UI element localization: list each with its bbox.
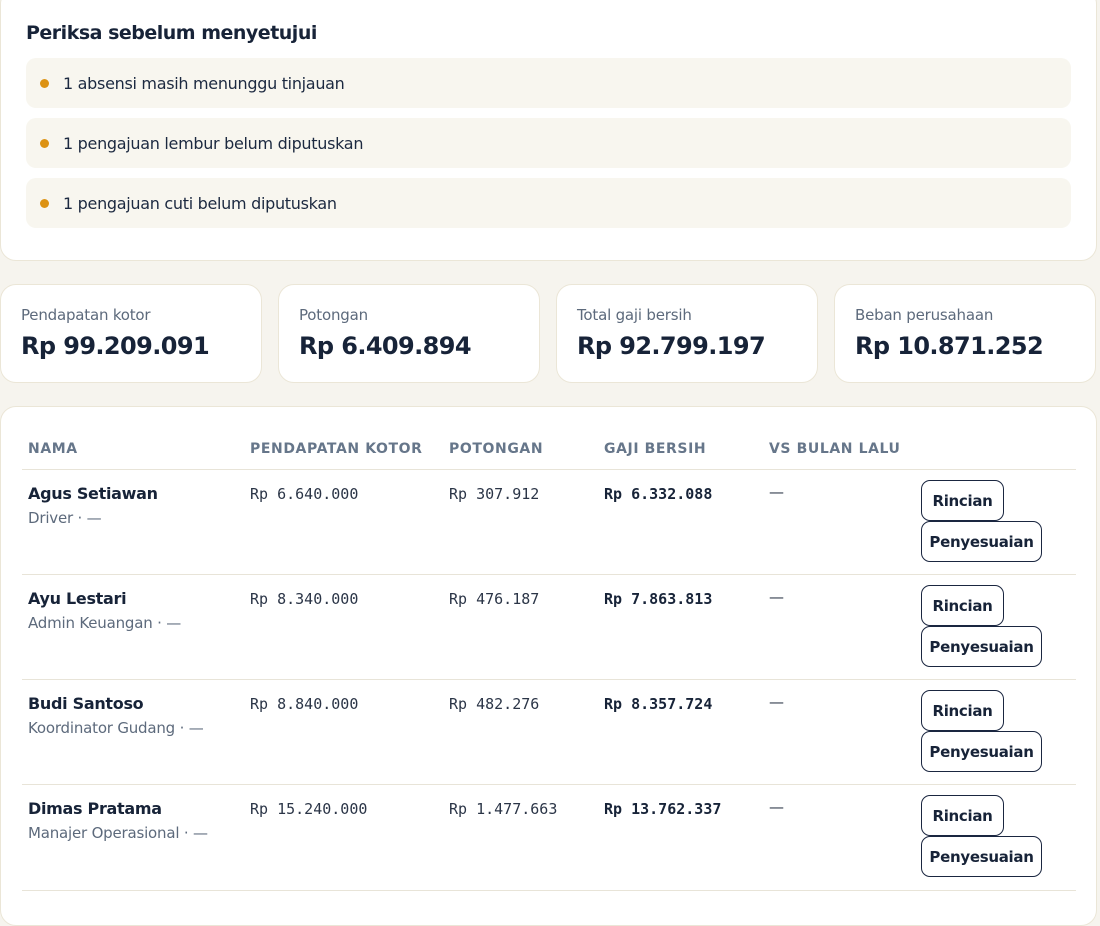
review-item-label: 1 pengajuan lembur belum diputuskan <box>63 133 364 153</box>
stat-label: Total gaji bersih <box>577 306 692 324</box>
deduction-cell: Rp 1.477.663 <box>449 800 558 818</box>
review-checklist-title: Periksa sebelum menyetujui <box>26 22 317 44</box>
net-cell: Rp 6.332.088 <box>604 485 713 503</box>
detail-button[interactable]: Rincian <box>921 690 1004 731</box>
table-row: Ayu Lestari Admin Keuangan · — Rp 8.340.… <box>1 575 1098 680</box>
employee-name: Agus Setiawan <box>28 484 158 503</box>
adjustment-button[interactable]: Penyesuaian <box>921 521 1042 562</box>
stat-label: Potongan <box>299 306 368 324</box>
payroll-table: NAMA PENDAPATAN KOTOR POTONGAN GAJI BERS… <box>0 406 1097 926</box>
stat-card-gross: Pendapatan kotor Rp 99.209.091 <box>0 284 262 383</box>
detail-button[interactable]: Rincian <box>921 585 1004 626</box>
review-item-leave: 1 pengajuan cuti belum diputuskan <box>26 178 1071 228</box>
stat-card-net-total: Total gaji bersih Rp 92.799.197 <box>556 284 818 383</box>
deduction-cell: Rp 482.276 <box>449 695 540 713</box>
deduction-cell: Rp 307.912 <box>449 485 540 503</box>
review-item-label: 1 absensi masih menunggu tinjauan <box>63 73 345 93</box>
divider <box>22 890 1076 891</box>
stat-value: Rp 6.409.894 <box>299 332 472 360</box>
stat-label: Pendapatan kotor <box>21 306 151 324</box>
net-cell: Rp 13.762.337 <box>604 800 722 818</box>
column-header-deduction: POTONGAN <box>449 441 544 457</box>
adjustment-button[interactable]: Penyesuaian <box>921 731 1042 772</box>
stat-value: Rp 92.799.197 <box>577 332 766 360</box>
employee-role: Admin Keuangan · — <box>28 614 182 632</box>
table-row: Budi Santoso Koordinator Gudang · — Rp 8… <box>1 680 1098 785</box>
review-item-label: 1 pengajuan cuti belum diputuskan <box>63 193 337 213</box>
gross-cell: Rp 6.640.000 <box>250 485 359 503</box>
warning-dot-icon <box>40 78 49 88</box>
column-header-name: NAMA <box>28 441 78 457</box>
warning-dot-icon <box>40 138 49 148</box>
employee-name: Dimas Pratama <box>28 799 162 818</box>
detail-button[interactable]: Rincian <box>921 480 1004 521</box>
review-item-attendance: 1 absensi masih menunggu tinjauan <box>26 58 1071 108</box>
stat-card-company-cost: Beban perusahaan Rp 10.871.252 <box>834 284 1096 383</box>
employee-role: Driver · — <box>28 509 102 527</box>
employee-name: Budi Santoso <box>28 694 144 713</box>
review-item-overtime: 1 pengajuan lembur belum diputuskan <box>26 118 1071 168</box>
vs-last-month-cell: — <box>769 483 784 501</box>
stat-value: Rp 10.871.252 <box>855 332 1044 360</box>
vs-last-month-cell: — <box>769 588 784 606</box>
gross-cell: Rp 15.240.000 <box>250 800 368 818</box>
employee-role: Koordinator Gudang · — <box>28 719 204 737</box>
employee-name: Ayu Lestari <box>28 589 127 608</box>
column-header-vs-last-month: VS BULAN LALU <box>769 441 901 457</box>
gross-cell: Rp 8.840.000 <box>250 695 359 713</box>
net-cell: Rp 8.357.724 <box>604 695 713 713</box>
gross-cell: Rp 8.340.000 <box>250 590 359 608</box>
employee-role: Manajer Operasional · — <box>28 824 208 842</box>
column-header-gross: PENDAPATAN KOTOR <box>250 441 423 457</box>
stat-value: Rp 99.209.091 <box>21 332 210 360</box>
detail-button[interactable]: Rincian <box>921 795 1004 836</box>
warning-dot-icon <box>40 198 49 208</box>
stat-card-deduction: Potongan Rp 6.409.894 <box>278 284 540 383</box>
vs-last-month-cell: — <box>769 798 784 816</box>
column-header-net: GAJI BERSIH <box>604 441 707 457</box>
table-row: Dimas Pratama Manajer Operasional · — Rp… <box>1 785 1098 890</box>
deduction-cell: Rp 476.187 <box>449 590 540 608</box>
net-cell: Rp 7.863.813 <box>604 590 713 608</box>
table-row: Agus Setiawan Driver · — Rp 6.640.000 Rp… <box>1 470 1098 575</box>
vs-last-month-cell: — <box>769 693 784 711</box>
adjustment-button[interactable]: Penyesuaian <box>921 626 1042 667</box>
adjustment-button[interactable]: Penyesuaian <box>921 836 1042 877</box>
stat-label: Beban perusahaan <box>855 306 994 324</box>
review-checklist-panel: Periksa sebelum menyetujui 1 absensi mas… <box>0 0 1097 261</box>
